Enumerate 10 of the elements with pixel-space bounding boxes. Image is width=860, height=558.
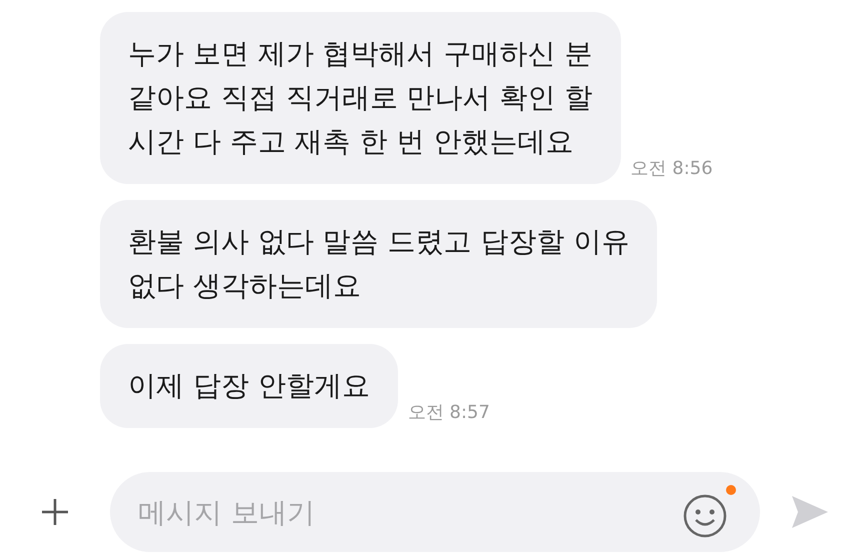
message-input[interactable]: 메시지 보내기 xyxy=(110,472,760,552)
message-text: 누가 보면 제가 협박해서 구매하신 분 같아요 직접 직거래로 만나서 확인 할 시간 다 주고 재촉 한 번 안했는데요 xyxy=(128,36,593,160)
message-time: 오전 8:57 xyxy=(408,401,490,425)
message-time: 오전 8:56 xyxy=(630,157,713,181)
emoji-button[interactable] xyxy=(682,485,736,539)
smiley-icon xyxy=(682,493,728,539)
send-icon xyxy=(790,494,830,530)
message-text: 이제 답장 안할게요 xyxy=(128,368,370,404)
plus-icon xyxy=(40,497,70,527)
message-text: 환불 의사 없다 말씀 드렸고 답장할 이유 없다 생각하는데요 xyxy=(128,224,630,304)
